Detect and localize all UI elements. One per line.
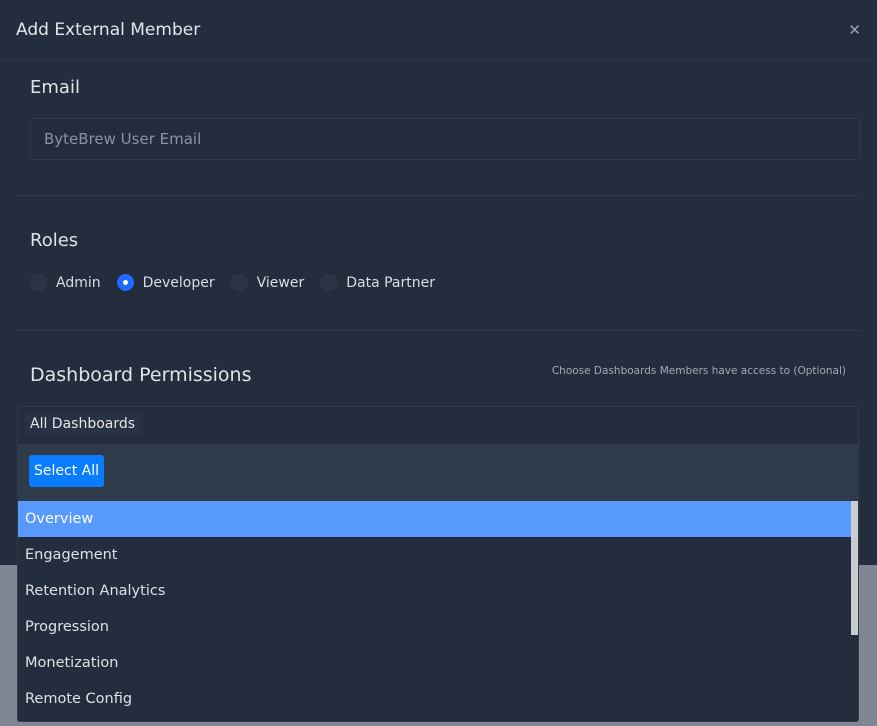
permissions-hint: Choose Dashboards Members have access to… (551, 365, 846, 377)
modal-title: Add External Member (16, 20, 201, 40)
modal-header: Add External Member ✕ (0, 0, 877, 61)
divider (16, 195, 860, 196)
option-retention-analytics[interactable]: Retention Analytics (18, 573, 851, 609)
option-remote-config[interactable]: Remote Config (18, 681, 851, 717)
radio-data-partner[interactable] (320, 274, 338, 291)
role-label: Data Partner (346, 274, 435, 291)
role-data-partner[interactable]: Data Partner (320, 274, 435, 291)
radio-viewer[interactable] (230, 274, 248, 291)
role-developer[interactable]: Developer (116, 274, 215, 291)
email-label: Email (30, 77, 80, 98)
radio-admin[interactable] (30, 274, 47, 291)
dashboard-options-list: Overview Engagement Retention Analytics … (18, 501, 851, 717)
role-label: Admin (56, 274, 101, 291)
option-monetization[interactable]: Monetization (18, 645, 851, 681)
scrollbar[interactable] (851, 501, 858, 635)
close-icon[interactable]: ✕ (848, 21, 861, 39)
divider (16, 330, 860, 331)
roles-radio-group: Admin Developer Viewer Data Partner (30, 274, 451, 291)
email-input[interactable]: ByteBrew User Email (30, 118, 860, 160)
role-viewer[interactable]: Viewer (230, 274, 305, 291)
option-progression[interactable]: Progression (18, 609, 851, 645)
radio-developer[interactable] (116, 274, 134, 291)
select-all-bar: Select All (18, 444, 858, 501)
selected-tag[interactable]: All Dashboards (24, 413, 142, 435)
option-engagement[interactable]: Engagement (18, 537, 851, 573)
option-overview[interactable]: Overview (18, 501, 851, 537)
role-admin[interactable]: Admin (30, 274, 101, 291)
role-label: Viewer (256, 274, 305, 291)
select-all-button[interactable]: Select All (29, 455, 104, 487)
roles-label: Roles (30, 230, 79, 251)
role-label: Developer (142, 274, 215, 291)
dashboard-multiselect[interactable]: All Dashboards Select All Overview Engag… (17, 406, 859, 722)
permissions-label: Dashboard Permissions (30, 364, 252, 386)
